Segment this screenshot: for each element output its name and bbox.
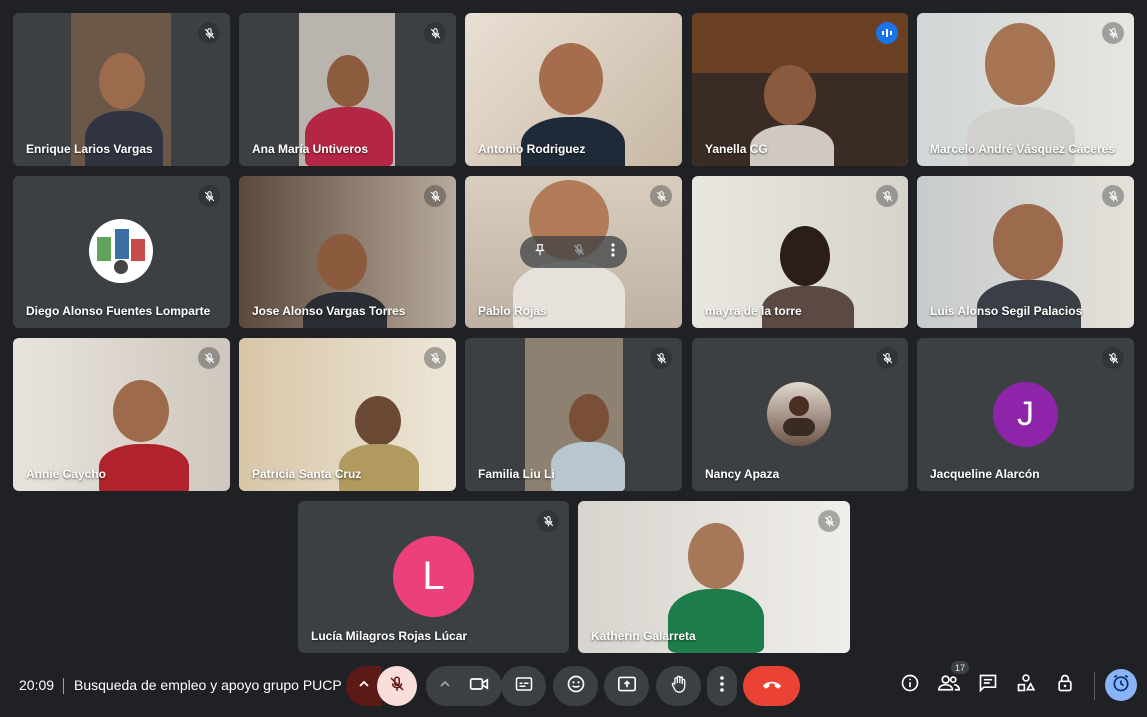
participant-tile[interactable]: Patricia Santa Cruz	[239, 338, 456, 491]
mic-off-icon	[198, 22, 220, 44]
participant-tile[interactable]: Katherin Galarreta	[578, 501, 850, 653]
participant-name: Annie Caycho	[26, 467, 107, 481]
host-controls-button[interactable]	[1050, 670, 1080, 700]
chevron-up-icon	[358, 677, 370, 695]
activities-icon	[1016, 673, 1036, 698]
avatar-initial: L	[422, 554, 445, 598]
mic-toggle-button[interactable]	[377, 666, 417, 706]
speaking-indicator-icon	[876, 22, 898, 44]
participant-tile[interactable]: Antonio Rodriguez	[465, 13, 682, 166]
people-icon	[937, 674, 961, 697]
participant-tile[interactable]: J Jacqueline Alarcón	[917, 338, 1134, 491]
host-controls-icon	[1055, 673, 1075, 698]
chat-icon	[978, 673, 998, 698]
mic-off-icon	[424, 347, 446, 369]
participant-tile[interactable]: Luis Alonso Segil Palacios	[917, 176, 1134, 328]
mic-off-icon	[198, 347, 220, 369]
participant-tile[interactable]: Enrique Larios Vargas	[13, 13, 230, 166]
mic-off-icon	[424, 185, 446, 207]
participant-tile[interactable]: Familia Liu Li	[465, 338, 682, 491]
end-call-icon	[761, 677, 783, 695]
participant-tile[interactable]: L Lucía Milagros Rojas Lúcar	[298, 501, 569, 653]
video-settings-button[interactable]	[426, 666, 502, 706]
raise-hand-button[interactable]	[656, 666, 701, 706]
captions-icon	[515, 676, 533, 697]
participant-tile[interactable]: Marcelo André Vásquez Cáceres	[917, 13, 1134, 166]
participant-name: Enrique Larios Vargas	[26, 142, 153, 156]
mic-off-icon	[388, 675, 406, 698]
timer-icon	[1111, 673, 1131, 698]
participant-avatar	[89, 219, 153, 283]
info-icon	[900, 673, 920, 698]
participant-name: Nancy Apaza	[705, 467, 780, 481]
people-button[interactable]	[934, 670, 964, 700]
bottom-toolbar: 20:09 Busqueda de empleo y apoyo grupo P…	[0, 660, 1147, 717]
reactions-button[interactable]	[553, 666, 598, 706]
participant-tile[interactable]: Diego Alonso Fuentes Lomparte	[13, 176, 230, 328]
mic-off-icon	[650, 347, 672, 369]
captions-button[interactable]	[501, 666, 546, 706]
mic-off-icon	[537, 510, 559, 532]
mic-off-icon	[424, 22, 446, 44]
participant-tile[interactable]: Nancy Apaza	[692, 338, 908, 491]
pin-icon[interactable]	[533, 243, 547, 262]
participant-name: Pablo Rojas	[478, 304, 547, 318]
activities-button[interactable]	[1011, 670, 1041, 700]
emoji-icon	[566, 674, 586, 699]
participant-name: Diego Alonso Fuentes Lomparte	[26, 304, 211, 318]
more-options-icon	[720, 675, 724, 697]
participant-tile-active-speaker[interactable]: Yanella CG	[692, 13, 908, 166]
more-options-button[interactable]	[707, 666, 737, 706]
participant-avatar	[767, 382, 831, 446]
participant-name: Jose Alonso Vargas Torres	[252, 304, 406, 318]
participant-name: Katherin Galarreta	[591, 629, 696, 643]
participant-tile[interactable]: Annie Caycho	[13, 338, 230, 491]
camera-icon[interactable]	[469, 675, 489, 698]
participant-name: Ana María Untiveros	[252, 142, 369, 156]
chevron-up-icon	[439, 677, 451, 695]
participant-name: Lucía Milagros Rojas Lúcar	[311, 629, 468, 643]
mic-off-icon	[876, 185, 898, 207]
more-options-icon[interactable]	[610, 242, 615, 262]
raise-hand-icon	[670, 674, 688, 699]
chat-button[interactable]	[973, 670, 1003, 700]
participant-tile[interactable]: Ana María Untiveros	[239, 13, 456, 166]
participant-name: Familia Liu Li	[478, 467, 555, 481]
participant-name: mayra de la torre	[705, 304, 802, 318]
end-call-button[interactable]	[743, 666, 800, 706]
mic-off-icon	[650, 185, 672, 207]
meeting-title: Busqueda de empleo y apoyo grupo PUCP	[74, 677, 342, 693]
participant-avatar: L	[393, 536, 474, 617]
participant-name: Jacqueline Alarcón	[930, 467, 1040, 481]
timer-button[interactable]	[1105, 669, 1137, 701]
participant-tile[interactable]: mayra de la torre	[692, 176, 908, 328]
video-grid: Enrique Larios Vargas Ana María Untivero…	[0, 0, 1147, 660]
mic-off-icon	[198, 185, 220, 207]
participant-name: Yanella CG	[705, 142, 768, 156]
mic-off-icon	[876, 347, 898, 369]
participant-name: Marcelo André Vásquez Cáceres	[930, 142, 1115, 156]
meeting-details-button[interactable]	[895, 670, 925, 700]
mic-off-icon	[1102, 22, 1124, 44]
present-button[interactable]	[604, 666, 649, 706]
mic-off-icon	[1102, 347, 1124, 369]
participant-tile[interactable]: Pablo Rojas	[465, 176, 682, 328]
meeting-time: 20:09	[19, 677, 55, 693]
avatar-initial: J	[1017, 395, 1034, 433]
mic-off-icon	[1102, 185, 1124, 207]
mic-off-icon[interactable]	[572, 243, 586, 262]
participant-name: Luis Alonso Segil Palacios	[930, 304, 1083, 318]
mic-off-icon	[818, 510, 840, 532]
tile-hover-controls	[520, 236, 627, 268]
participant-name: Antonio Rodriguez	[478, 142, 586, 156]
divider	[1094, 672, 1095, 700]
participant-name: Patricia Santa Cruz	[252, 467, 362, 481]
divider	[63, 678, 64, 694]
participant-avatar: J	[993, 382, 1058, 447]
present-icon	[617, 675, 637, 698]
participant-tile[interactable]: Jose Alonso Vargas Torres	[239, 176, 456, 328]
